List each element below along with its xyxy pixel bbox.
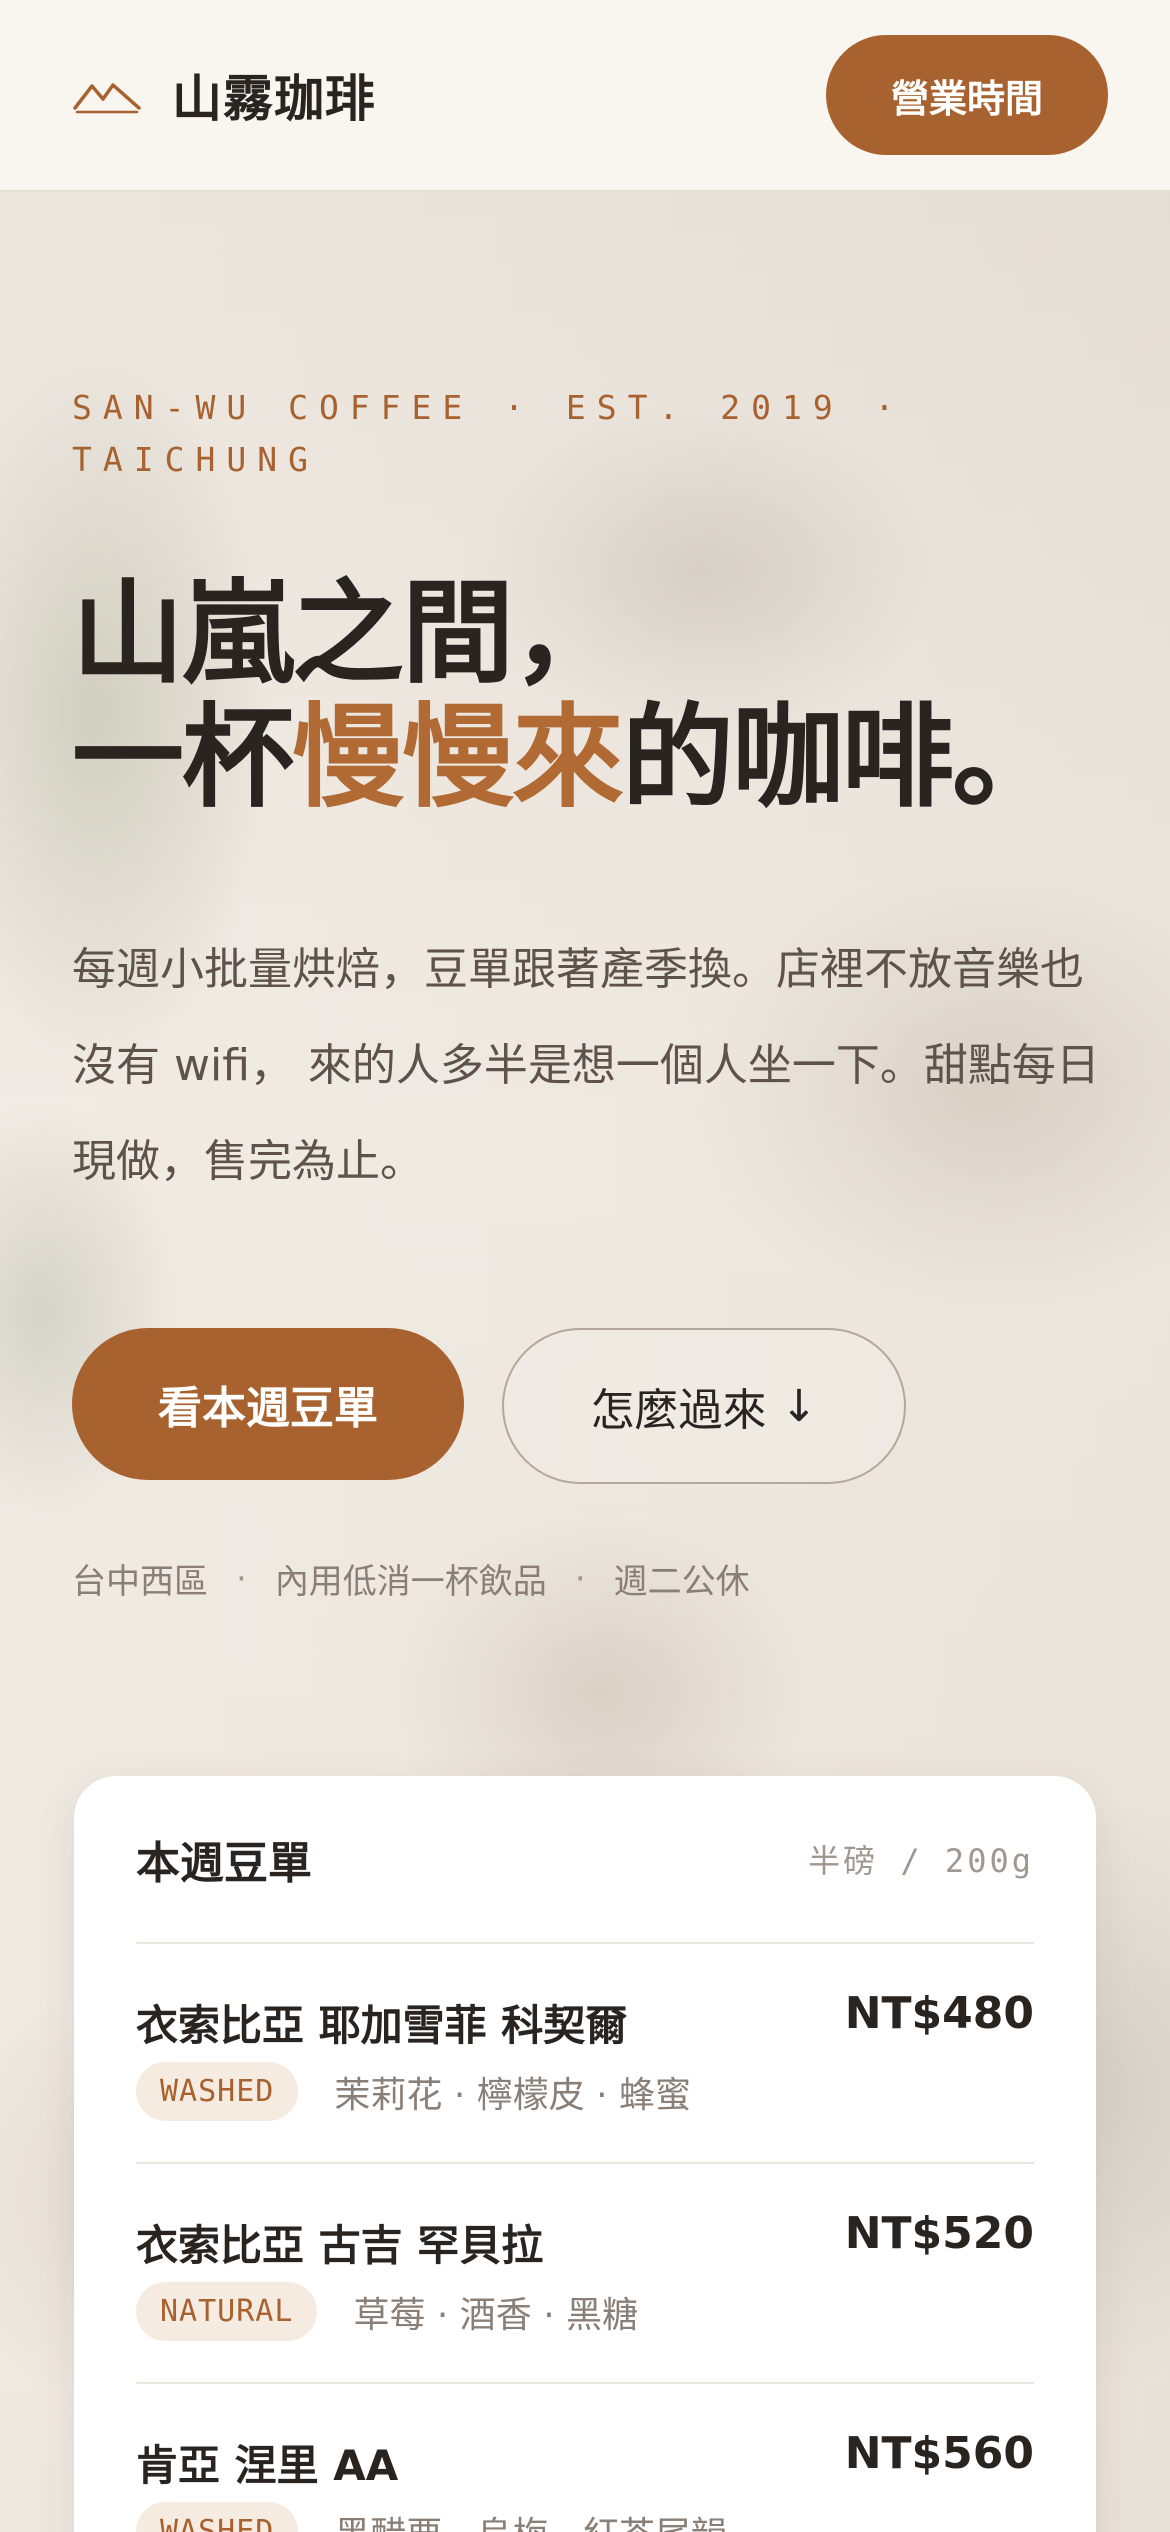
hero-headline: 山嵐之間， 一杯慢慢來的咖啡。 xyxy=(72,572,1112,820)
hero-eyebrow: SAN-WU COFFEE · EST. 2019 · TAICHUNG xyxy=(72,388,906,479)
weekly-beans-card: 本週豆單 半磅 / 200g 衣索比亞 耶加雪菲 科契爾 NT$480 WASH… xyxy=(74,1776,1096,2532)
card-header: 本週豆單 半磅 / 200g xyxy=(136,1776,1034,1944)
separator-dot: · xyxy=(574,1558,586,1599)
mountain-logo-icon xyxy=(73,83,141,114)
bean-item[interactable]: 肯亞 涅里 AA NT$560 WASHED 黑醋栗 · 烏梅 · 紅茶尾韻 xyxy=(136,2384,1034,2532)
hero-description: 每週小批量烘焙，豆單跟著產季換。店裡不放音樂也沒有 wifi， 來的人多半是想一… xyxy=(72,944,1100,1187)
headline-line-1: 山嵐之間， xyxy=(72,568,624,699)
tasting-notes: 草莓 · 酒香 · 黑糖 xyxy=(353,2294,639,2336)
brand-name: 山霧珈琲 xyxy=(172,69,376,128)
bean-name: 衣索比亞 古吉 罕貝拉 xyxy=(136,2221,544,2270)
brand[interactable]: 山霧珈琲 xyxy=(72,59,376,131)
top-nav: 山霧珈琲 營業時間 xyxy=(0,0,1170,192)
bean-price: NT$560 xyxy=(844,2428,1034,2479)
bean-tags: NATURAL 草莓 · 酒香 · 黑糖 xyxy=(136,2282,638,2341)
bean-price: NT$480 xyxy=(844,1988,1034,2039)
directions-button[interactable]: 怎麼過來 ↓ xyxy=(502,1328,906,1484)
meta-closed-day: 週二公休 xyxy=(613,1562,750,1602)
arrow-down-icon: ↓ xyxy=(780,1380,818,1432)
process-badge: WASHED xyxy=(136,2502,299,2532)
card-title: 本週豆單 xyxy=(136,1838,312,1889)
bean-item[interactable]: 衣索比亞 古吉 罕貝拉 NT$520 NATURAL 草莓 · 酒香 · 黑糖 xyxy=(136,2164,1034,2384)
process-badge: NATURAL xyxy=(136,2282,318,2341)
directions-button-label: 怎麼過來 xyxy=(590,1385,767,1436)
meta-minimum-charge: 內用低消一杯飲品 xyxy=(274,1562,547,1602)
bean-tags: WASHED 茉莉花 · 檸檬皮 · 蜂蜜 xyxy=(136,2062,691,2121)
tasting-notes: 黑醋栗 · 烏梅 · 紅茶尾韻 xyxy=(334,2506,727,2532)
card-unit: 半磅 / 200g xyxy=(808,1842,1034,1880)
bean-item[interactable]: 衣索比亞 耶加雪菲 科契爾 NT$480 WASHED 茉莉花 · 檸檬皮 · … xyxy=(136,1944,1034,2164)
headline-accent: 慢慢來 xyxy=(292,692,624,823)
bean-tags: WASHED 黑醋栗 · 烏梅 · 紅茶尾韻 xyxy=(136,2502,727,2532)
tasting-notes: 茉莉花 · 檸檬皮 · 蜂蜜 xyxy=(334,2074,692,2116)
view-beans-button[interactable]: 看本週豆單 xyxy=(72,1328,464,1480)
bean-price: NT$520 xyxy=(844,2208,1034,2259)
meta-location: 台中西區 xyxy=(72,1562,208,1602)
cta-row: 看本週豆單 怎麼過來 ↓ xyxy=(72,1328,906,1484)
headline-line-2-pre: 一杯 xyxy=(72,692,294,823)
separator-dot: · xyxy=(236,1558,247,1599)
bean-name: 肯亞 涅里 AA xyxy=(136,2441,399,2490)
hours-button[interactable]: 營業時間 xyxy=(826,35,1108,155)
bean-name: 衣索比亞 耶加雪菲 科契爾 xyxy=(136,2001,628,2050)
process-badge: WASHED xyxy=(136,2062,299,2121)
hero-meta: 台中西區 · 內用低消一杯飲品 · 週二公休 xyxy=(72,1554,972,1603)
headline-line-2-post: 的咖啡。 xyxy=(622,692,1064,823)
